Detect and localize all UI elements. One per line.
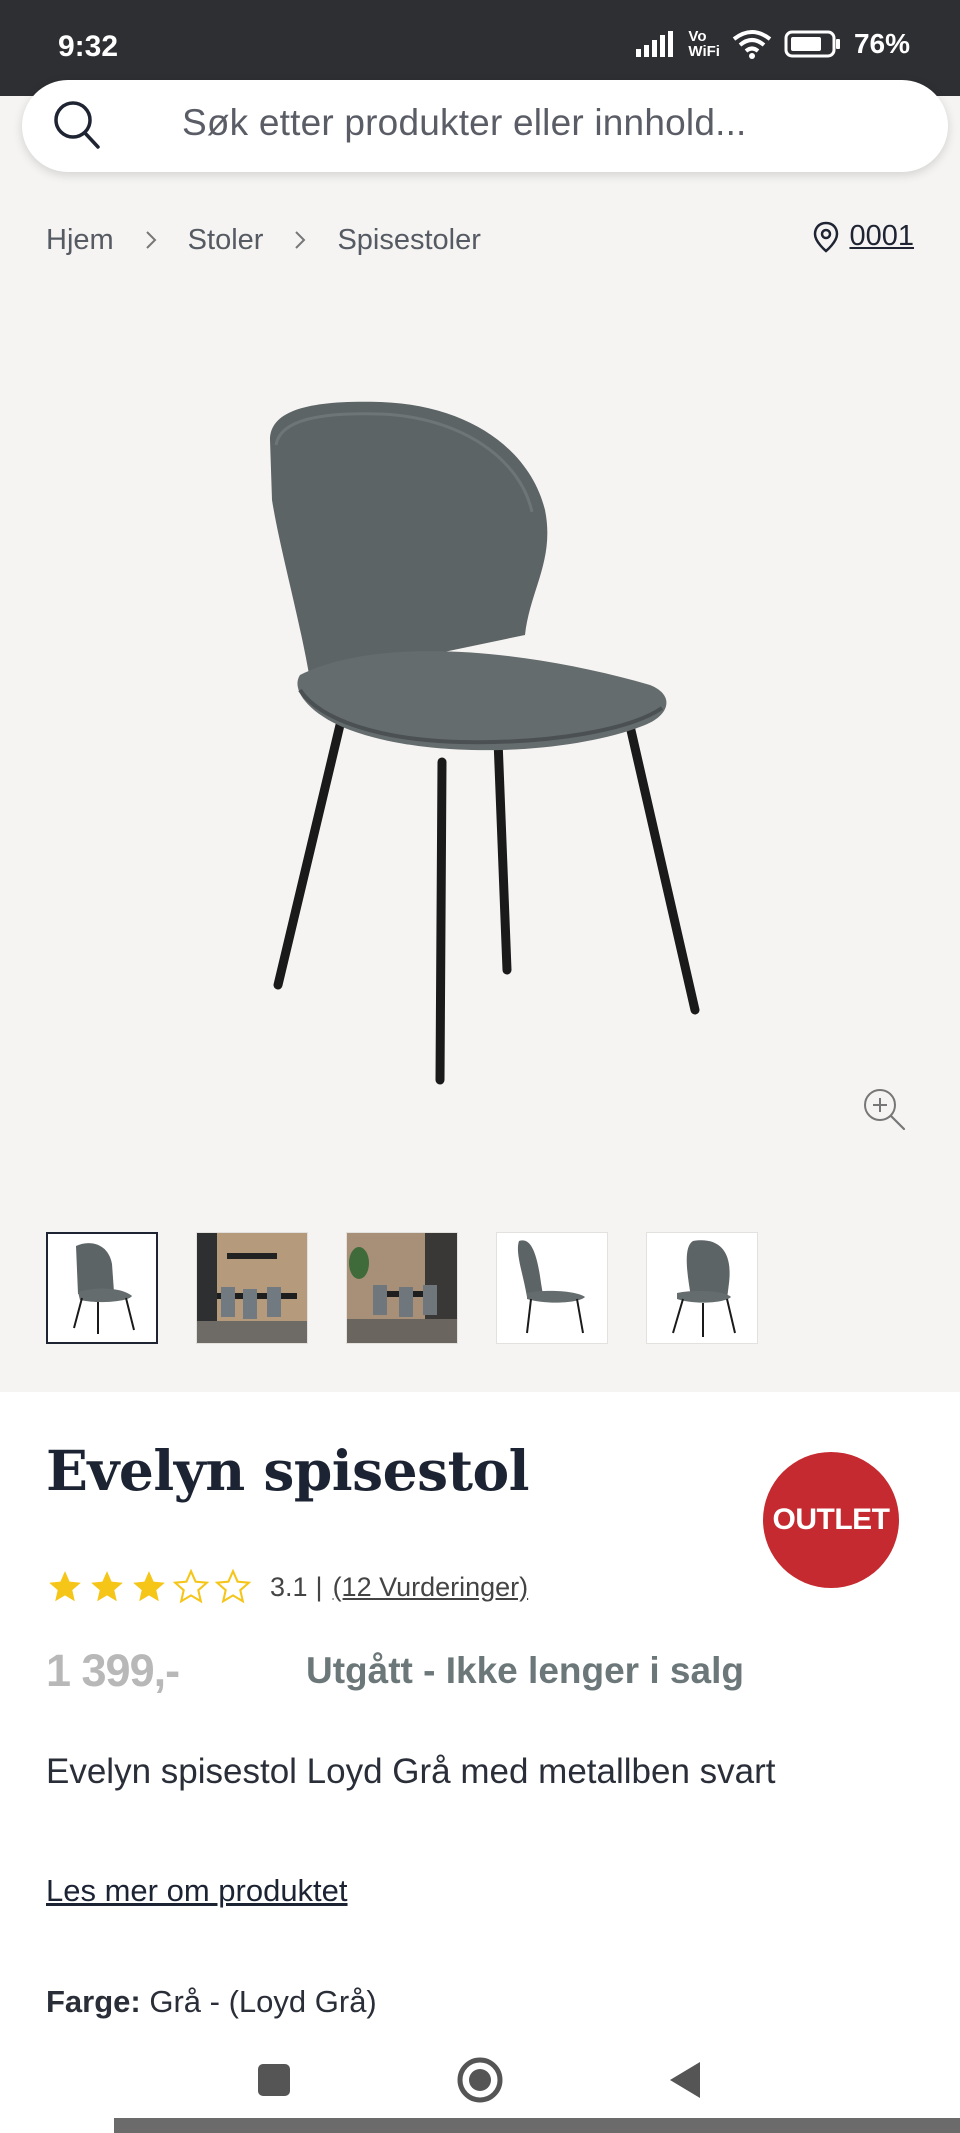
signal-icon bbox=[636, 31, 674, 57]
star-empty-icon bbox=[172, 1568, 210, 1604]
volte-top: Vo bbox=[688, 28, 707, 45]
product-description: Evelyn spisestol Loyd Grå med metallben … bbox=[46, 1752, 776, 1791]
battery-icon bbox=[784, 30, 840, 58]
thumbnail-strip bbox=[46, 1232, 758, 1344]
breadcrumb-item-spisestoler[interactable]: Spisestoler bbox=[337, 224, 480, 257]
chevron-right-icon bbox=[145, 231, 157, 249]
breadcrumb-item-stoler[interactable]: Stoler bbox=[188, 224, 264, 257]
volte-indicator: Vo WiFi bbox=[688, 29, 720, 59]
store-code[interactable]: 0001 bbox=[849, 220, 914, 253]
back-button-icon[interactable] bbox=[658, 2052, 714, 2108]
search-input[interactable]: Søk etter produkter eller innhold... bbox=[182, 102, 747, 144]
recents-button-icon[interactable] bbox=[246, 2052, 302, 2108]
status-icons: Vo WiFi 76% bbox=[636, 28, 910, 60]
chair-thumbnail-icon bbox=[73, 1243, 135, 1334]
availability-status: Utgått - Ikke lenger i salg bbox=[306, 1650, 744, 1691]
star-filled-icon bbox=[133, 1571, 165, 1602]
thumbnail-5[interactable] bbox=[646, 1232, 758, 1344]
read-more-link[interactable]: Les mer om produktet bbox=[46, 1873, 348, 1909]
breadcrumb: Hjem Stoler Spisestoler bbox=[46, 220, 481, 260]
search-icon[interactable] bbox=[52, 98, 102, 152]
wifi-icon bbox=[732, 30, 772, 59]
chevron-right-icon bbox=[295, 231, 306, 249]
product-title: Evelyn spisestol bbox=[46, 1438, 530, 1503]
product-image[interactable] bbox=[230, 390, 710, 1090]
volte-bottom: WiFi bbox=[688, 43, 720, 60]
thumbnail-4[interactable] bbox=[496, 1232, 608, 1344]
rating-value: 3.1 bbox=[270, 1571, 308, 1602]
rating-separator: | bbox=[315, 1571, 323, 1602]
color-value: Grå - (Loyd Grå) bbox=[149, 1984, 377, 2019]
chair-illustration bbox=[270, 401, 700, 1085]
room-scene-thumbnail-icon bbox=[347, 1233, 457, 1343]
gesture-bar bbox=[114, 2118, 960, 2133]
home-button-icon[interactable] bbox=[452, 2052, 508, 2108]
color-label: Farge: bbox=[46, 1984, 141, 2019]
thumbnail-1[interactable] bbox=[46, 1232, 158, 1344]
star-empty-icon bbox=[214, 1568, 252, 1604]
price: 1 399,- bbox=[46, 1645, 180, 1696]
thumbnail-3[interactable] bbox=[346, 1232, 458, 1344]
thumbnail-2[interactable] bbox=[196, 1232, 308, 1344]
search-bar[interactable]: Søk etter produkter eller innhold... bbox=[22, 80, 948, 172]
location-pin-icon bbox=[814, 221, 839, 253]
breadcrumb-item-home[interactable]: Hjem bbox=[46, 224, 114, 257]
zoom-in-icon[interactable] bbox=[860, 1085, 910, 1135]
status-time: 9:32 bbox=[58, 30, 119, 63]
chair-side-thumbnail-icon bbox=[517, 1240, 585, 1334]
color-info: Farge: Grå - (Loyd Grå) bbox=[46, 1984, 377, 2020]
battery-percent: 76% bbox=[853, 28, 910, 59]
chair-back-thumbnail-icon bbox=[672, 1240, 736, 1337]
outlet-badge: OUTLET bbox=[763, 1452, 899, 1588]
store-selector[interactable]: 0001 bbox=[813, 220, 914, 253]
rating-row[interactable]: 3.1 | (12 Vurderinger) bbox=[46, 1568, 528, 1606]
reviews-link[interactable]: (12 Vurderinger) bbox=[333, 1572, 529, 1603]
room-scene-thumbnail-icon bbox=[197, 1233, 307, 1343]
star-filled-icon bbox=[91, 1571, 123, 1602]
star-filled-icon bbox=[49, 1571, 81, 1602]
